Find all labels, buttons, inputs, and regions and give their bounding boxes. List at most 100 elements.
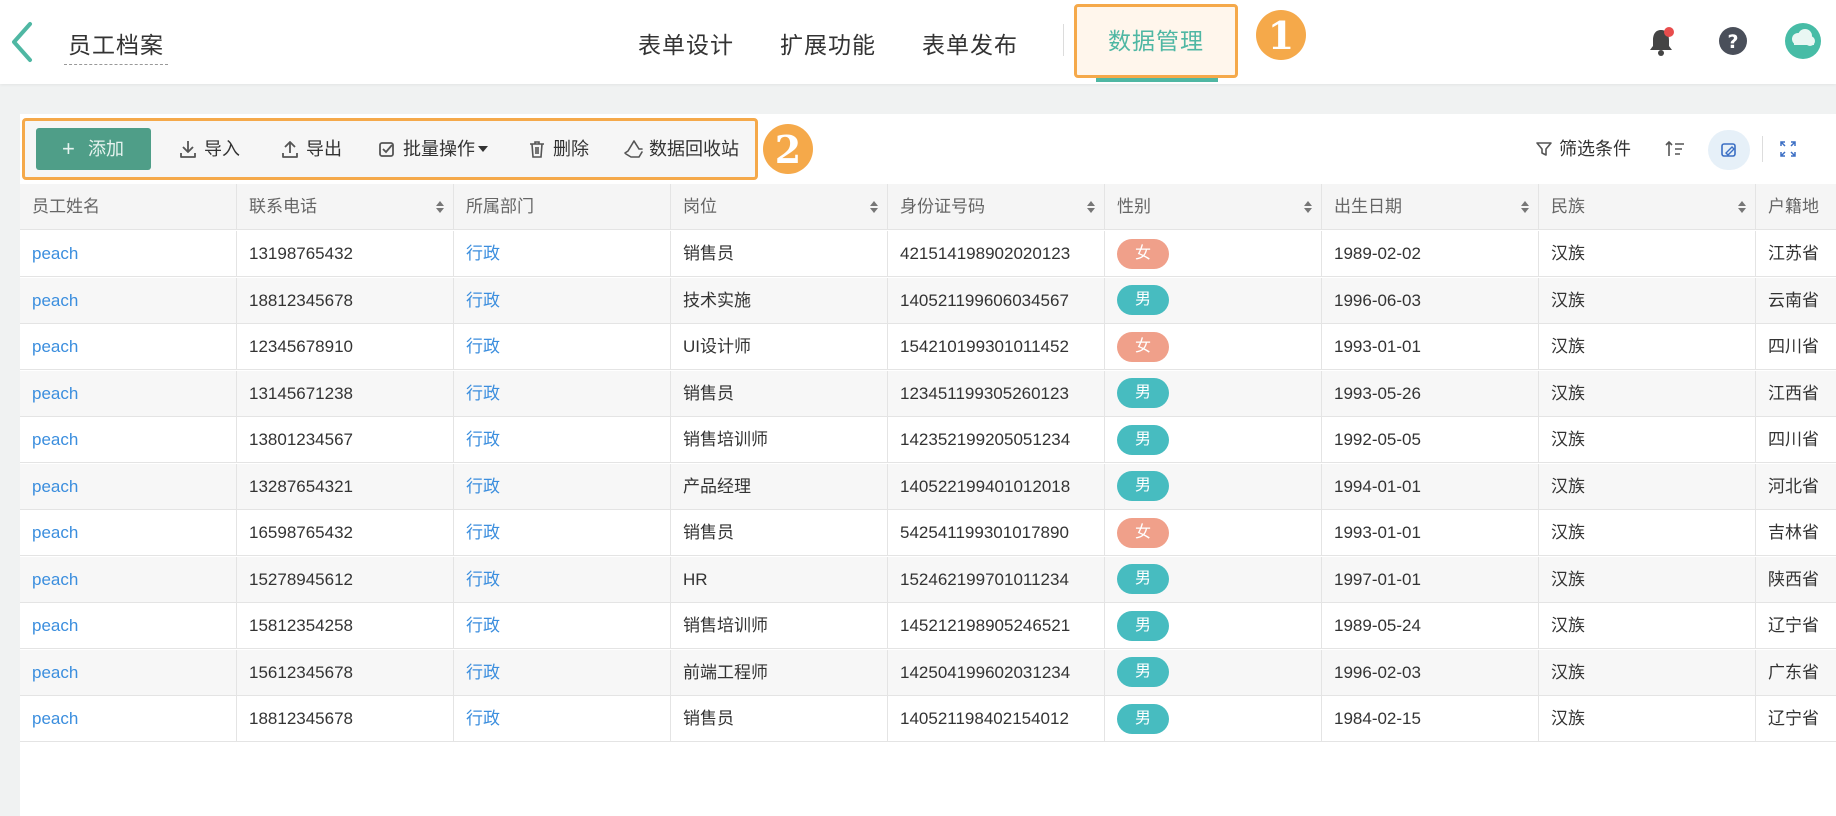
department-link[interactable]: 行政: [466, 384, 500, 403]
column-header-label: 联系电话: [249, 197, 317, 216]
col-department-cell[interactable]: 行政: [454, 603, 671, 649]
employee-name-link[interactable]: peach: [32, 663, 78, 682]
add-button[interactable]: + 添加: [36, 128, 151, 170]
employee-name-link[interactable]: peach: [32, 384, 78, 403]
table-row[interactable]: peach 18812345678 行政 销售员 140521198402154012 男…: [20, 696, 1836, 742]
col-department-cell[interactable]: 行政: [454, 277, 671, 324]
sort-arrows-icon[interactable]: [435, 200, 445, 214]
col-ethnicity-header[interactable]: 民族: [1539, 184, 1756, 230]
col-department-cell[interactable]: 行政: [454, 696, 671, 742]
cell-value: 140521198402154012: [900, 709, 1069, 728]
employee-name-link[interactable]: peach: [32, 616, 78, 635]
col-name-cell[interactable]: peach: [20, 324, 237, 370]
col-name-cell[interactable]: peach: [20, 370, 237, 417]
help-icon[interactable]: ?: [1716, 24, 1750, 58]
table-row[interactable]: peach 15278945612 行政 HR 152462199701011234 男 1…: [20, 556, 1836, 603]
page-title[interactable]: 员工档案: [64, 26, 168, 65]
department-link[interactable]: 行政: [466, 570, 500, 589]
view-toggle-button[interactable]: [1708, 130, 1750, 170]
table-row[interactable]: peach 13801234567 行政 销售培训师 14235219920505123…: [20, 417, 1836, 463]
sort-arrows-icon[interactable]: [1737, 200, 1747, 214]
cell-value: 1994-01-01: [1334, 476, 1421, 496]
col-name-cell[interactable]: peach: [20, 696, 237, 742]
department-link[interactable]: 行政: [466, 616, 500, 635]
col-department-cell[interactable]: 行政: [454, 231, 671, 277]
column-header-label: 身份证号码: [900, 197, 985, 216]
tab-form-design[interactable]: 表单设计: [638, 26, 734, 60]
col-department-cell[interactable]: 行政: [454, 649, 671, 696]
sort-arrows-icon[interactable]: [869, 200, 879, 214]
tab-form-publish[interactable]: 表单发布: [922, 26, 1018, 60]
col-name-cell[interactable]: peach: [20, 556, 237, 603]
col-name-cell[interactable]: peach: [20, 277, 237, 324]
sort-button[interactable]: [1665, 128, 1687, 170]
callout-badge-1: 1: [1256, 10, 1306, 60]
employee-name-link[interactable]: peach: [32, 291, 78, 310]
department-link[interactable]: 行政: [466, 291, 500, 310]
table-row[interactable]: peach 13145671238 行政 销售员 123451199305260123 男…: [20, 370, 1836, 417]
cell-value: 421514198902020123: [900, 244, 1071, 263]
tab-extensions[interactable]: 扩展功能: [780, 26, 876, 60]
department-link[interactable]: 行政: [466, 709, 500, 728]
sort-arrows-icon[interactable]: [1303, 200, 1313, 214]
table-row[interactable]: peach 18812345678 行政 技术实施 140521199606034567…: [20, 277, 1836, 324]
table-row[interactable]: peach 13287654321 行政 产品经理 140522199401012018…: [20, 463, 1836, 510]
employee-name-link[interactable]: peach: [32, 570, 78, 589]
col-name-cell[interactable]: peach: [20, 417, 237, 463]
col-department-cell[interactable]: 行政: [454, 510, 671, 556]
cell-value: 15812354258: [249, 616, 354, 635]
col-position-header[interactable]: 岗位: [671, 184, 888, 230]
col-birth-date-cell: 1992-05-05: [1322, 417, 1539, 463]
department-link[interactable]: 行政: [466, 337, 500, 356]
col-phone-header[interactable]: 联系电话: [237, 184, 454, 230]
employee-name-link[interactable]: peach: [32, 430, 78, 449]
employee-name-link[interactable]: peach: [32, 337, 78, 356]
col-gender-cell: 女: [1105, 510, 1322, 556]
employee-name-link[interactable]: peach: [32, 244, 78, 263]
col-name-cell[interactable]: peach: [20, 510, 237, 556]
employee-name-link[interactable]: peach: [32, 709, 78, 728]
col-name-cell[interactable]: peach: [20, 649, 237, 696]
col-department-cell[interactable]: 行政: [454, 370, 671, 417]
column-header-label: 性别: [1117, 197, 1151, 216]
fullscreen-icon: [1780, 141, 1796, 157]
col-department-cell[interactable]: 行政: [454, 417, 671, 463]
col-household-cell: 广东省: [1756, 650, 1836, 696]
col-name-cell[interactable]: peach: [20, 603, 237, 649]
department-link[interactable]: 行政: [466, 477, 500, 496]
col-name-cell[interactable]: peach: [20, 231, 237, 277]
sort-arrows-icon[interactable]: [1086, 200, 1096, 214]
table-row[interactable]: peach 12345678910 行政 UI设计师 15421019930101145…: [20, 324, 1836, 370]
table-row[interactable]: peach 15612345678 行政 前端工程师 14250419960203123…: [20, 649, 1836, 696]
cell-value: 15278945612: [249, 569, 354, 589]
col-birth-date-header[interactable]: 出生日期: [1322, 184, 1539, 230]
bell-icon[interactable]: [1644, 24, 1678, 58]
back-arrow-icon[interactable]: [6, 20, 40, 64]
tab-data-management[interactable]: 数据管理: [1074, 4, 1238, 78]
col-household-cell: 辽宁省: [1756, 603, 1836, 649]
col-department-cell[interactable]: 行政: [454, 556, 671, 603]
employee-name-link[interactable]: peach: [32, 523, 78, 542]
col-ethnicity-cell: 汉族: [1539, 417, 1756, 463]
col-name-cell[interactable]: peach: [20, 463, 237, 510]
table-row[interactable]: peach 16598765432 行政 销售员 542541199301017890 女…: [20, 510, 1836, 556]
employee-name-link[interactable]: peach: [32, 477, 78, 496]
department-link[interactable]: 行政: [466, 244, 500, 263]
fullscreen-button[interactable]: [1779, 128, 1799, 170]
avatar[interactable]: [1784, 22, 1822, 60]
department-link[interactable]: 行政: [466, 430, 500, 449]
col-department-cell[interactable]: 行政: [454, 324, 671, 370]
table-row[interactable]: peach 15812354258 行政 销售培训师 14521219890524652…: [20, 603, 1836, 649]
sort-arrows-icon[interactable]: [1520, 200, 1530, 214]
col-phone-cell: 18812345678: [237, 277, 454, 324]
col-position-cell: 销售培训师: [671, 417, 888, 463]
department-link[interactable]: 行政: [466, 523, 500, 542]
table-row[interactable]: peach 13198765432 行政 销售员 421514198902020123 女…: [20, 231, 1836, 277]
department-link[interactable]: 行政: [466, 663, 500, 682]
col-department-cell[interactable]: 行政: [454, 463, 671, 510]
col-ethnicity-cell: 汉族: [1539, 696, 1756, 742]
column-header-label: 所属部门: [466, 197, 534, 216]
col-gender-header[interactable]: 性别: [1105, 184, 1322, 230]
col-id-number-header[interactable]: 身份证号码: [888, 184, 1105, 230]
svg-text:?: ?: [1727, 31, 1738, 53]
